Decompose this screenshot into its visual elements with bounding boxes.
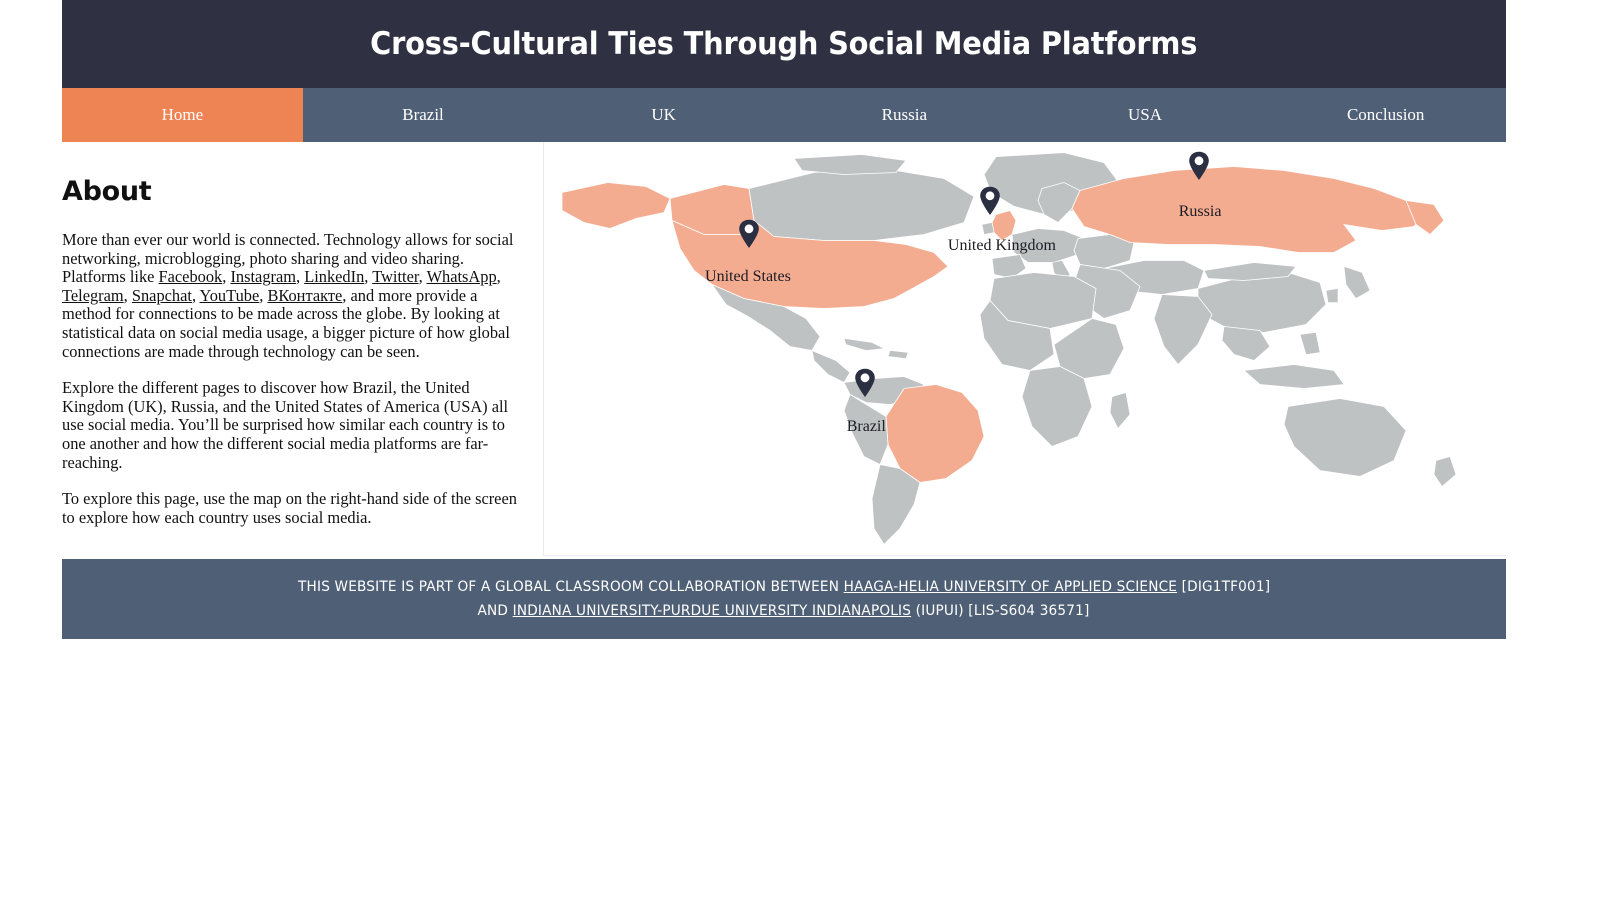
main-navigation[interactable]: Home Brazil UK Russia USA Conclusion <box>62 88 1507 142</box>
about-paragraph-2: Explore the different pages to discover … <box>62 378 509 472</box>
footer-line-2: AND INDIANA UNIVERSITY-PURDUE UNIVERSITY… <box>478 599 1090 623</box>
country-madagascar <box>1109 392 1131 430</box>
country-india <box>1153 294 1213 366</box>
footer-line-2-pre: AND <box>478 603 514 619</box>
map-label-united-states: United States <box>705 267 791 285</box>
world-map-svg[interactable] <box>544 142 1506 555</box>
country-new-zealand <box>1433 456 1457 488</box>
about-column: About More than ever our world is connec… <box>62 142 544 556</box>
location-pin-icon <box>980 187 1001 216</box>
nav-item-label: Russia <box>881 105 928 124</box>
map-pin-united-states[interactable] <box>738 219 760 254</box>
page-root: Cross-Cultural Ties Through Social Media… <box>0 0 1600 900</box>
country-ireland <box>981 222 995 235</box>
map-pin-russia[interactable] <box>1188 151 1210 186</box>
country-indonesia <box>1243 364 1345 389</box>
country-scandinavia <box>1037 182 1081 223</box>
location-pin-icon <box>739 219 759 248</box>
about-paragraph-1: More than ever our world is connected. T… <box>62 230 514 361</box>
nav-item-label: USA <box>1128 105 1163 124</box>
world-map[interactable]: United States Brazil United Kingdom Russ… <box>544 142 1506 556</box>
nav-item-label: Brazil <box>402 105 444 124</box>
country-japan <box>1343 266 1371 299</box>
footer-line-1-pre: THIS WEBSITE IS PART OF A GLOBAL CLASSRO… <box>297 579 844 595</box>
country-canada <box>748 168 975 241</box>
footer-line-1-post: [DIG1TF001] <box>1176 579 1271 595</box>
link-whatsapp[interactable]: WhatsApp <box>427 267 497 286</box>
link-twitter[interactable]: Twitter <box>372 267 418 286</box>
map-label-russia: Russia <box>1178 202 1222 220</box>
about-heading: About <box>62 176 152 207</box>
map-label-united-kingdom: United Kingdom <box>947 237 1056 255</box>
map-pin-brazil[interactable] <box>854 368 876 403</box>
map-pin-united-kingdom[interactable] <box>979 186 1001 221</box>
link-telegram[interactable]: Telegram <box>62 286 124 305</box>
island-hispaniola <box>887 350 909 359</box>
link-instagram[interactable]: Instagram <box>230 267 296 286</box>
country-southern-africa <box>1021 366 1093 447</box>
nav-item-home[interactable]: Home <box>62 88 303 142</box>
nav-item-label: Conclusion <box>1346 105 1425 124</box>
country-russia[interactable] <box>1071 166 1425 253</box>
country-china <box>1197 272 1327 333</box>
nav-item-uk[interactable]: UK <box>543 88 785 142</box>
location-pin-icon <box>1189 151 1209 181</box>
nav-item-russia[interactable]: Russia <box>784 88 1025 142</box>
link-vkontakte[interactable]: ВКонтакте <box>267 286 342 305</box>
footer-line-1: THIS WEBSITE IS PART OF A GLOBAL CLASSRO… <box>298 575 1270 599</box>
country-korea <box>1325 288 1339 303</box>
link-linkedin[interactable]: LinkedIn <box>304 267 364 286</box>
about-paragraph-3: To explore this page, use the map on the… <box>62 489 517 527</box>
nav-item-label: UK <box>651 105 676 124</box>
country-brazil[interactable] <box>885 384 985 483</box>
link-haaga-helia[interactable]: HAAGA-HELIA UNIVERSITY OF APPLIED SCIENC… <box>843 579 1176 595</box>
main-content: About More than ever our world is connec… <box>62 142 1506 556</box>
site-footer: THIS WEBSITE IS PART OF A GLOBAL CLASSRO… <box>62 559 1506 639</box>
link-facebook[interactable]: Facebook <box>159 267 223 286</box>
nav-item-label: Home <box>161 105 204 124</box>
page-title: Cross-Cultural Ties Through Social Media… <box>370 26 1198 62</box>
nav-item-conclusion[interactable]: Conclusion <box>1265 88 1507 142</box>
link-youtube[interactable]: YouTube <box>200 286 260 305</box>
country-australia <box>1283 398 1407 477</box>
country-philippines <box>1299 332 1321 355</box>
country-central-america <box>811 349 851 384</box>
country-canada-arctic <box>793 154 907 175</box>
country-alaska <box>561 182 671 229</box>
map-label-brazil: Brazil <box>846 417 886 435</box>
location-pin-icon <box>855 368 876 398</box>
link-iupui[interactable]: INDIANA UNIVERSITY-PURDUE UNIVERSITY IND… <box>513 603 911 619</box>
nav-item-brazil[interactable]: Brazil <box>302 88 544 142</box>
nav-item-usa[interactable]: USA <box>1024 88 1266 142</box>
link-snapchat[interactable]: Snapchat <box>132 286 192 305</box>
footer-line-2-post: (IUPUI) [LIS-S604 36571] <box>911 603 1090 619</box>
country-cuba <box>843 338 886 351</box>
site-header: Cross-Cultural Ties Through Social Media… <box>62 0 1506 88</box>
